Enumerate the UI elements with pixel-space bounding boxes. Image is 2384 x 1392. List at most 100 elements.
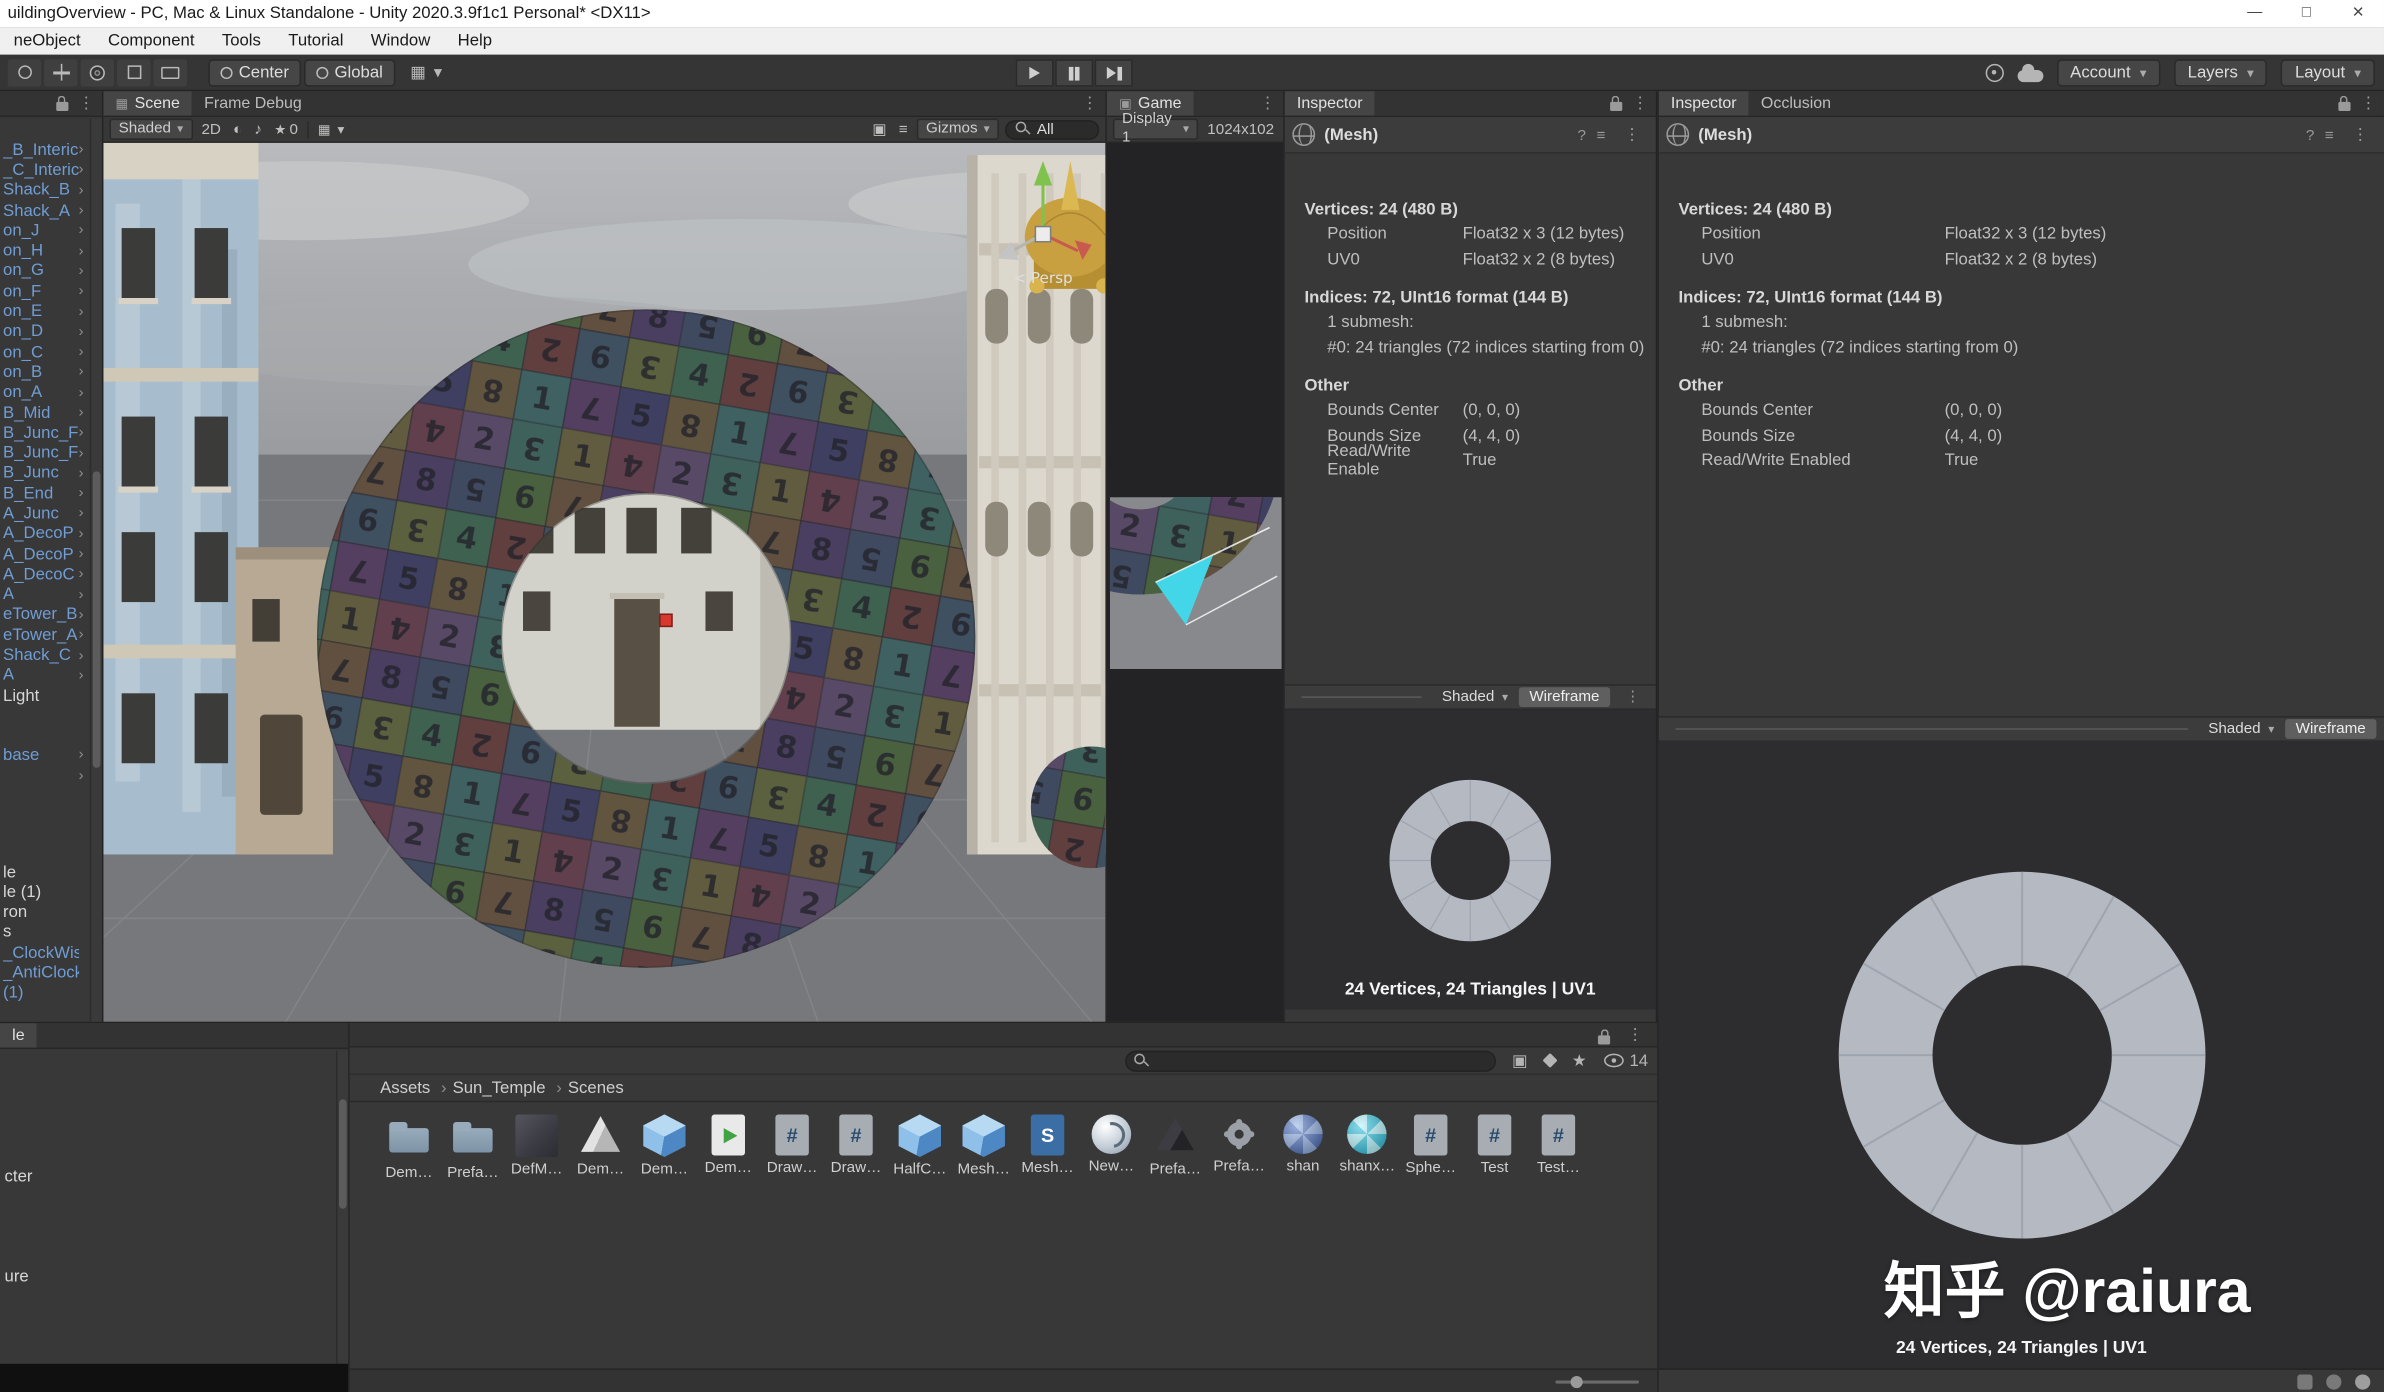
breadcrumb-item[interactable]: Scenes bbox=[565, 1079, 627, 1097]
favorites-icon[interactable] bbox=[1572, 1051, 1587, 1071]
hierarchy-item[interactable]: B_Junc_F bbox=[0, 443, 102, 463]
hierarchy-item[interactable]: s bbox=[0, 923, 102, 943]
hierarchy-item[interactable]: Shack_A bbox=[0, 201, 102, 221]
resolution-dropdown[interactable]: 1024x102 bbox=[1204, 121, 1277, 138]
camera-settings-icon[interactable] bbox=[869, 121, 889, 138]
hierarchy-item[interactable]: eTower_A bbox=[0, 625, 102, 645]
kebab-menu-icon[interactable] bbox=[1074, 91, 1105, 115]
hierarchy-item[interactable]: on_E bbox=[0, 302, 102, 322]
hierarchy-item[interactable]: Light bbox=[0, 686, 102, 706]
breadcrumb-item[interactable]: Sun_Temple bbox=[450, 1079, 565, 1097]
kebab-menu-icon[interactable] bbox=[1619, 1025, 1651, 1045]
hierarchy-item[interactable]: Shack_B bbox=[0, 180, 102, 200]
maximize-button[interactable] bbox=[2281, 0, 2333, 27]
hierarchy-item[interactable]: on_B bbox=[0, 362, 102, 382]
tab-occlusion[interactable]: Occlusion bbox=[1749, 91, 1843, 115]
mesh-preview[interactable]: 24 Vertices, 24 Triangles | UV1 bbox=[1285, 710, 1656, 1010]
cloud-icon[interactable] bbox=[2017, 70, 2043, 82]
lock-icon[interactable] bbox=[2338, 102, 2350, 111]
preset-icon[interactable] bbox=[2325, 125, 2334, 143]
grid-visibility-icon[interactable] bbox=[315, 121, 349, 138]
left-panel-tab[interactable]: le bbox=[0, 1023, 37, 1047]
shading-mode-dropdown[interactable]: Shaded bbox=[109, 119, 192, 140]
grid-snap-button[interactable] bbox=[410, 62, 443, 82]
hierarchy-scrollbar[interactable] bbox=[90, 119, 102, 1022]
hierarchy-item[interactable]: on_H bbox=[0, 241, 102, 261]
asset-item[interactable]: Prefa… bbox=[447, 1114, 499, 1181]
asset-item[interactable]: Draw… bbox=[766, 1114, 818, 1176]
asset-item[interactable]: HalfC… bbox=[894, 1114, 946, 1178]
toggle-2d-button[interactable]: 2D bbox=[198, 121, 224, 138]
display-dropdown[interactable]: Display 1 bbox=[1113, 119, 1198, 140]
asset-item[interactable]: shanx… bbox=[1341, 1114, 1393, 1175]
scale-tool-button[interactable] bbox=[117, 59, 150, 86]
asset-item[interactable]: Mesh… bbox=[1022, 1114, 1074, 1176]
kebab-menu-icon[interactable] bbox=[1618, 689, 1648, 706]
hierarchy-item[interactable]: _C_Interic bbox=[0, 160, 102, 180]
account-dropdown[interactable]: Account bbox=[2056, 59, 2160, 86]
hierarchy-item[interactable]: _AntiClockW bbox=[0, 963, 102, 983]
pivot-global-button[interactable]: Global bbox=[304, 59, 395, 86]
help-icon[interactable] bbox=[2306, 125, 2314, 143]
kebab-menu-icon[interactable] bbox=[1252, 91, 1283, 115]
hierarchy-item[interactable]: A bbox=[0, 666, 102, 686]
audio-toggle-icon[interactable] bbox=[251, 121, 265, 138]
lock-icon[interactable] bbox=[55, 102, 67, 111]
menu-item[interactable]: neObject bbox=[0, 27, 94, 54]
hierarchy-item[interactable]: on_C bbox=[0, 342, 102, 362]
hierarchy-item[interactable]: on_D bbox=[0, 322, 102, 342]
hierarchy-item[interactable]: A_DecoP bbox=[0, 544, 102, 564]
cloud-status-icon[interactable] bbox=[2326, 1374, 2341, 1389]
collab-icon[interactable] bbox=[1985, 64, 2003, 82]
effects-dropdown-icon[interactable]: 0 bbox=[271, 121, 301, 138]
hierarchy-item[interactable]: A_DecoC bbox=[0, 564, 102, 584]
hierarchy-item[interactable]: le bbox=[0, 862, 102, 882]
layout-dropdown[interactable]: Layout bbox=[2281, 59, 2375, 86]
asset-item[interactable]: shan bbox=[1277, 1114, 1329, 1175]
scene-search[interactable] bbox=[1005, 119, 1099, 139]
preview-shading-dropdown[interactable]: Shaded bbox=[1439, 687, 1511, 707]
hierarchy-item[interactable]: B_Junc_F bbox=[0, 423, 102, 443]
tab-inspector[interactable]: Inspector bbox=[1285, 91, 1375, 115]
preview-resize-handle[interactable] bbox=[1675, 728, 2188, 730]
hierarchy-item[interactable]: on_A bbox=[0, 382, 102, 402]
hierarchy-item[interactable]: on_G bbox=[0, 261, 102, 281]
hierarchy-item[interactable] bbox=[0, 766, 102, 786]
scene-search-input[interactable] bbox=[1037, 121, 1089, 138]
breadcrumb-item[interactable]: Assets bbox=[377, 1079, 450, 1097]
pivot-center-button[interactable]: Center bbox=[208, 59, 301, 86]
menu-item[interactable]: Component bbox=[94, 27, 208, 54]
scene-viewport[interactable]: 2314 5678 4263 8175 bbox=[103, 143, 1105, 1022]
zoom-slider-knob[interactable] bbox=[1571, 1375, 1583, 1387]
kebab-menu-icon[interactable] bbox=[1616, 125, 1648, 145]
minimize-button[interactable] bbox=[2229, 0, 2281, 27]
overlay-menu-icon[interactable] bbox=[896, 121, 911, 138]
hierarchy-item[interactable]: (1) bbox=[0, 983, 102, 1003]
help-icon[interactable] bbox=[1578, 125, 1586, 143]
hierarchy-item[interactable]: base bbox=[0, 745, 102, 765]
asset-item[interactable]: Sphe… bbox=[1405, 1114, 1457, 1176]
project-search-input[interactable] bbox=[1156, 1052, 1488, 1069]
lock-icon[interactable] bbox=[1609, 102, 1621, 111]
game-viewport[interactable] bbox=[1107, 143, 1283, 1022]
asset-item[interactable]: Test bbox=[1469, 1114, 1521, 1176]
menu-item[interactable]: Window bbox=[357, 27, 444, 54]
asset-item[interactable]: Test… bbox=[1533, 1114, 1585, 1176]
lighting-toggle-icon[interactable] bbox=[230, 121, 245, 138]
project-search-box[interactable] bbox=[1125, 1050, 1497, 1071]
preset-icon[interactable] bbox=[1597, 125, 1606, 143]
hierarchy-item[interactable]: A_DecoP bbox=[0, 524, 102, 544]
tab-scene[interactable]: Scene bbox=[103, 91, 192, 115]
tab-frame-debug[interactable]: Frame Debug bbox=[192, 91, 314, 115]
hidden-count[interactable]: 14 bbox=[1604, 1051, 1648, 1069]
wireframe-toggle[interactable]: Wireframe bbox=[2285, 719, 2376, 739]
notification-icon[interactable] bbox=[2355, 1374, 2370, 1389]
mesh-preview[interactable]: 知乎 @raiura 24 Vertices, 24 Triangles | U… bbox=[1659, 740, 2384, 1368]
hierarchy-item[interactable]: on_F bbox=[0, 281, 102, 301]
kebab-menu-icon[interactable] bbox=[2344, 125, 2376, 145]
hierarchy-item[interactable]: le (1) bbox=[0, 882, 102, 902]
close-button[interactable] bbox=[2332, 0, 2384, 29]
menu-item[interactable]: Tools bbox=[208, 27, 274, 54]
search-by-type-icon[interactable] bbox=[1512, 1051, 1528, 1071]
hierarchy-item[interactable]: B_End bbox=[0, 484, 102, 504]
